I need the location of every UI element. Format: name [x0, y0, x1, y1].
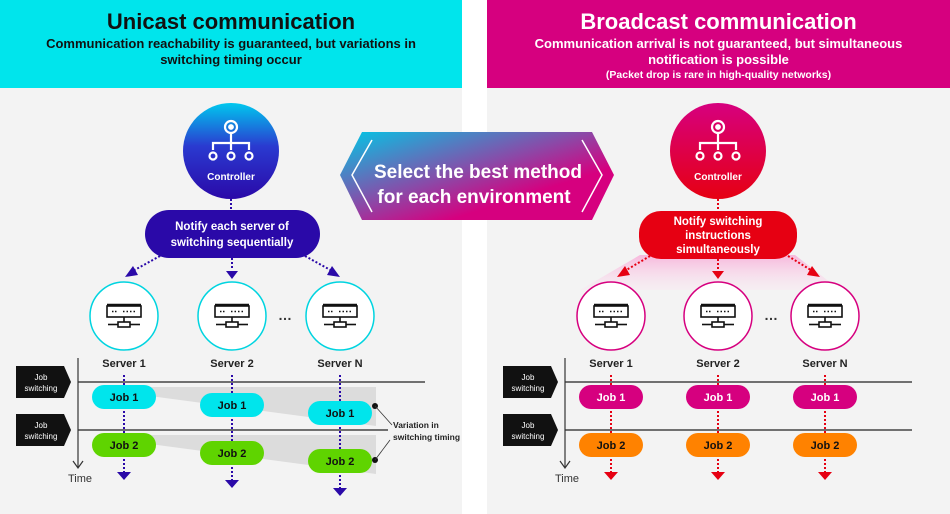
server-label: Server 1 [102, 358, 145, 370]
time-arrow-head [117, 472, 131, 480]
broadcast-notify-text-1: Notify switching [674, 216, 763, 228]
time-arrow-head [225, 480, 239, 488]
server-node: Server 2 [197, 281, 267, 370]
job1-label: Job 1 [218, 400, 247, 412]
job1-label: Job 1 [110, 392, 139, 404]
broadcast-notify-text-3: simultaneously [676, 244, 760, 256]
server-node: Server N [305, 281, 375, 370]
broadcast-controller: Controller [670, 103, 766, 199]
job2-label: Job 2 [110, 440, 139, 452]
server-node: Server N [790, 281, 860, 370]
server-label: Server 2 [210, 358, 253, 370]
server-label: Server N [317, 358, 362, 370]
job1-pill: Job 1 [793, 385, 857, 409]
job1-label: Job 1 [811, 392, 840, 404]
job1-pill: Job 1 [92, 385, 156, 409]
unicast-ellipsis: … [278, 307, 292, 323]
center-text-1: Select the best method [374, 162, 582, 183]
job-switching-tag: Job switching [16, 414, 71, 446]
unicast-notify-text-2: switching sequentially [171, 237, 294, 249]
server-node: Server 1 [576, 281, 646, 370]
unicast-notify-arrows [130, 255, 335, 273]
job2-label: Job 2 [218, 448, 247, 460]
center-text-2: for each environment [377, 187, 571, 208]
broadcast-time-axis: Time [555, 358, 579, 485]
variation-callout: Variation in switching timing [372, 403, 460, 463]
job2-label: Job 2 [326, 456, 355, 468]
time-arrow-head [333, 488, 347, 496]
job1-pill: Job 1 [200, 393, 264, 417]
job1-pill: Job 1 [686, 385, 750, 409]
unicast-notify-text-1: Notify each server of [175, 221, 289, 233]
unicast-notify-box: Notify each server of switching sequenti… [145, 210, 320, 258]
job-switching-text-1: Job [522, 421, 535, 430]
server-label: Server N [802, 358, 847, 370]
job1-pill: Job 1 [579, 385, 643, 409]
time-arrow-head [604, 472, 618, 480]
job-switching-text-2: switching [512, 432, 545, 441]
job-switching-tag: Job switching [503, 366, 558, 398]
job-switching-text-2: switching [25, 432, 58, 441]
job-switching-tag: Job switching [503, 414, 558, 446]
job-switching-text-1: Job [35, 373, 48, 382]
job2-pill: Job 2 [200, 441, 264, 465]
job2-pill: Job 2 [686, 433, 750, 457]
job-switching-text-2: switching [25, 384, 58, 393]
server-node: Server 1 [89, 281, 159, 370]
job1-label: Job 1 [597, 392, 626, 404]
center-hexagon: Select the best method for each environm… [340, 132, 614, 220]
job1-label: Job 1 [704, 392, 733, 404]
job1-label: Job 1 [326, 408, 355, 420]
server-label: Server 2 [696, 358, 739, 370]
job2-pill: Job 2 [92, 433, 156, 457]
unicast-controller: Controller [183, 103, 279, 199]
broadcast-controller-label: Controller [694, 172, 742, 183]
broadcast-ellipsis: … [764, 307, 778, 323]
time-arrow-head [711, 472, 725, 480]
server-node: Server 2 [683, 281, 753, 370]
unicast-time-label: Time [68, 473, 92, 485]
broadcast-notify-box: Notify switching instructions simultaneo… [639, 211, 797, 259]
job2-label: Job 2 [704, 440, 733, 452]
job2-pill: Job 2 [308, 449, 372, 473]
broadcast-notify-text-2: instructions [685, 230, 751, 242]
unicast-controller-label: Controller [207, 172, 255, 183]
job2-label: Job 2 [811, 440, 840, 452]
broadcast-time-label: Time [555, 473, 579, 485]
job-switching-text-1: Job [522, 373, 535, 382]
unicast-time-axis: Time [68, 358, 92, 485]
server-label: Server 1 [589, 358, 632, 370]
job1-pill: Job 1 [308, 401, 372, 425]
variation-text-1: Variation in [393, 420, 439, 430]
time-arrow-head [818, 472, 832, 480]
job-switching-text-2: switching [512, 384, 545, 393]
job-switching-tag: Job switching [16, 366, 71, 398]
job2-label: Job 2 [597, 440, 626, 452]
diagram-canvas: Select the best method for each environm… [16, 103, 912, 496]
job-switching-text-1: Job [35, 421, 48, 430]
job2-pill: Job 2 [793, 433, 857, 457]
job2-pill: Job 2 [579, 433, 643, 457]
variation-text-2: switching timing [393, 432, 460, 442]
